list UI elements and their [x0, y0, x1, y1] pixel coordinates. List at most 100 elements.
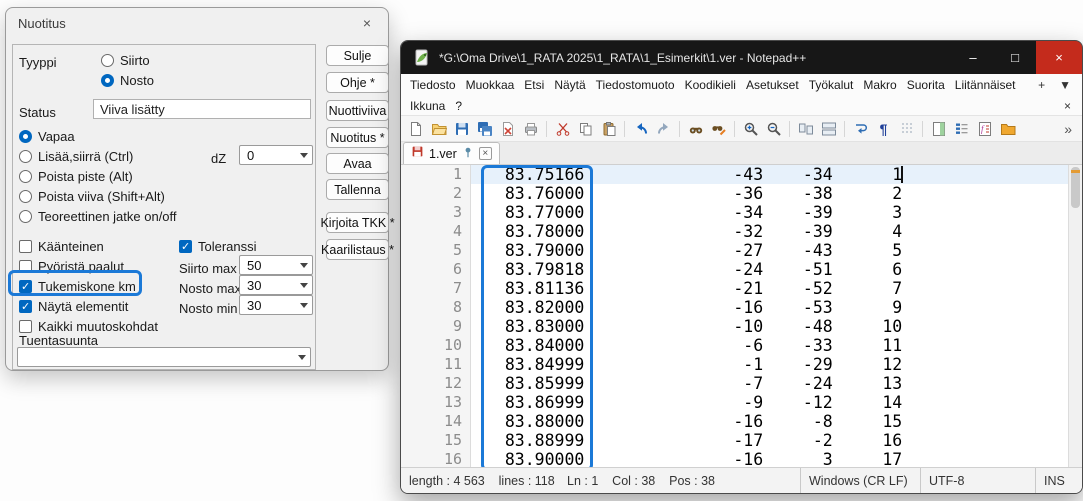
close-file-icon[interactable] — [497, 119, 518, 139]
kaarilistaus-button[interactable]: Kaarilistaus * — [326, 239, 389, 260]
paste-icon[interactable] — [598, 119, 619, 139]
status-encoding[interactable]: UTF-8 — [920, 468, 1035, 493]
nuotitus-button[interactable]: Nuotitus * — [326, 127, 389, 148]
print-icon[interactable] — [520, 119, 541, 139]
sulje-button[interactable]: Sulje — [326, 45, 389, 66]
editor-line[interactable]: 8 83.82000 -16 -53 9 — [401, 298, 1068, 317]
editor-line[interactable]: 12 83.85999 -7 -24 13 — [401, 374, 1068, 393]
line-text: 83.77000 -34 -39 3 — [471, 203, 1068, 222]
doc-list-icon[interactable] — [951, 119, 972, 139]
editor-line[interactable]: 7 83.81136 -21 -52 7 — [401, 279, 1068, 298]
show-symbols-icon[interactable]: ¶ — [873, 119, 894, 139]
radio-lisaa-siirra[interactable]: Lisää,siirrä (Ctrl) — [19, 147, 133, 165]
sync-scroll-h-icon[interactable] — [818, 119, 839, 139]
menu-suorita[interactable]: Suorita — [902, 78, 950, 92]
menu-makro[interactable]: Makro — [858, 78, 901, 92]
copy-icon[interactable] — [575, 119, 596, 139]
editor-line[interactable]: 15 83.88999 -17 -2 16 — [401, 431, 1068, 450]
tallenna-button[interactable]: Tallenna — [326, 179, 389, 200]
replace-icon[interactable] — [708, 119, 729, 139]
folder-workspace-icon[interactable] — [997, 119, 1018, 139]
toolbar-overflow-icon[interactable]: » — [1058, 121, 1078, 137]
editor-line[interactable]: 16 83.90000 -16 3 17 — [401, 450, 1068, 467]
chevron-down-icon — [300, 263, 308, 268]
editor-line[interactable]: 4 83.78000 -32 -39 4 — [401, 222, 1068, 241]
editor-line[interactable]: 13 83.86999 -9 -12 14 — [401, 393, 1068, 412]
menu-tiedostomuoto[interactable]: Tiedostomuoto — [591, 78, 680, 92]
function-list-icon[interactable]: f — [974, 119, 995, 139]
tab-1ver[interactable]: 1.ver × — [403, 142, 500, 164]
checkbox-nayta-elementit[interactable]: Näytä elementit — [19, 297, 128, 315]
menu-koodikieli[interactable]: Koodikieli — [680, 78, 741, 92]
radio-poista-piste[interactable]: Poista piste (Alt) — [19, 167, 133, 185]
editor-line[interactable]: 6 83.79818 -24 -51 6 — [401, 260, 1068, 279]
radio-poista-viiva[interactable]: Poista viiva (Shift+Alt) — [19, 187, 165, 205]
nosto-max-combobox[interactable]: 30 — [239, 275, 313, 295]
radio-nosto[interactable]: Nosto — [101, 71, 154, 89]
checkbox-toleranssi[interactable]: Toleranssi — [179, 237, 257, 255]
dialog-titlebar[interactable]: Nuotitus × — [6, 8, 388, 38]
editor-line[interactable]: 2 83.76000 -36 -38 2 — [401, 184, 1068, 203]
maximize-button[interactable]: □ — [994, 41, 1036, 74]
avaa-button[interactable]: Avaa — [326, 153, 389, 174]
status-field[interactable]: Viiva lisätty — [93, 99, 311, 119]
zoom-out-icon[interactable] — [763, 119, 784, 139]
editor-line[interactable]: 10 83.84000 -6 -33 11 — [401, 336, 1068, 355]
tab-close-icon[interactable]: × — [479, 147, 492, 160]
save-all-icon[interactable] — [474, 119, 495, 139]
zoom-in-icon[interactable] — [740, 119, 761, 139]
editor-area[interactable]: 1 83.75166 -43 -34 1 2 83.76000 -36 -38 … — [401, 165, 1082, 467]
menu-muokkaa[interactable]: Muokkaa — [461, 78, 520, 92]
menu-tiedosto[interactable]: Tiedosto — [405, 78, 461, 92]
cut-icon[interactable] — [552, 119, 573, 139]
new-file-icon[interactable] — [405, 119, 426, 139]
redo-icon[interactable] — [653, 119, 674, 139]
kirjoita-tkk-button[interactable]: Kirjoita TKK * — [326, 212, 389, 233]
radio-vapaa[interactable]: Vapaa — [19, 127, 75, 145]
tab-list-icon[interactable]: ▼ — [1052, 78, 1078, 92]
new-tab-button[interactable]: + — [1031, 78, 1052, 92]
checkbox-kaanteinen[interactable]: Käänteinen — [19, 237, 104, 255]
vertical-scrollbar[interactable] — [1068, 165, 1082, 467]
nosto-min-combobox[interactable]: 30 — [239, 295, 313, 315]
doc-map-icon[interactable] — [928, 119, 949, 139]
radio-siirto[interactable]: Siirto — [101, 51, 150, 69]
checkbox-tukemiskone-km[interactable]: Tukemiskone km — [19, 277, 136, 295]
find-icon[interactable] — [685, 119, 706, 139]
status-eol[interactable]: Windows (CR LF) — [800, 468, 920, 493]
editor-line[interactable]: 3 83.77000 -34 -39 3 — [401, 203, 1068, 222]
menu-liitannaiset[interactable]: Liitännäiset — [950, 78, 1021, 92]
menu-help[interactable]: ? — [450, 99, 467, 113]
close-button[interactable]: × — [1036, 41, 1082, 74]
sync-scroll-v-icon[interactable] — [795, 119, 816, 139]
open-file-icon[interactable] — [428, 119, 449, 139]
minimize-button[interactable]: – — [952, 41, 994, 74]
word-wrap-icon[interactable] — [850, 119, 871, 139]
editor-line[interactable]: 9 83.83000 -10 -48 10 — [401, 317, 1068, 336]
radio-teoreettinen-jatke[interactable]: Teoreettinen jatke on/off — [19, 207, 177, 225]
undo-icon[interactable] — [630, 119, 651, 139]
dz-combobox[interactable]: 0 — [239, 145, 313, 165]
checkbox-pyorista-paalut[interactable]: Pyöristä paalut — [19, 257, 124, 275]
save-icon[interactable] — [451, 119, 472, 139]
menu-nayta[interactable]: Näytä — [549, 78, 590, 92]
nuottiviiva-button[interactable]: Nuottiviiva — [326, 100, 389, 121]
indent-guide-icon[interactable] — [896, 119, 917, 139]
pin-icon[interactable] — [462, 145, 474, 163]
ohje-button[interactable]: Ohje * — [326, 72, 389, 93]
editor-line[interactable]: 1 83.75166 -43 -34 1 — [401, 165, 1068, 184]
dialog-close-icon[interactable]: × — [358, 14, 376, 32]
menu-asetukset[interactable]: Asetukset — [741, 78, 804, 92]
editor-line[interactable]: 14 83.88000 -16 -8 15 — [401, 412, 1068, 431]
scrollbar-thumb[interactable] — [1071, 167, 1080, 208]
editor-line[interactable]: 11 83.84999 -1 -29 12 — [401, 355, 1068, 374]
menu-ikkuna[interactable]: Ikkuna — [405, 99, 450, 113]
editor-line[interactable]: 5 83.79000 -27 -43 5 — [401, 241, 1068, 260]
siirto-max-combobox[interactable]: 50 — [239, 255, 313, 275]
menu-etsi[interactable]: Etsi — [519, 78, 549, 92]
tuentasuunta-combobox[interactable] — [17, 347, 311, 367]
status-insert-mode[interactable]: INS — [1035, 468, 1082, 493]
titlebar[interactable]: *G:\Oma Drive\1_RATA 2025\1_RATA\1_Esime… — [401, 41, 1082, 74]
menu-tyokalut[interactable]: Työkalut — [804, 78, 859, 92]
close-tab-icon[interactable]: × — [1057, 99, 1078, 113]
